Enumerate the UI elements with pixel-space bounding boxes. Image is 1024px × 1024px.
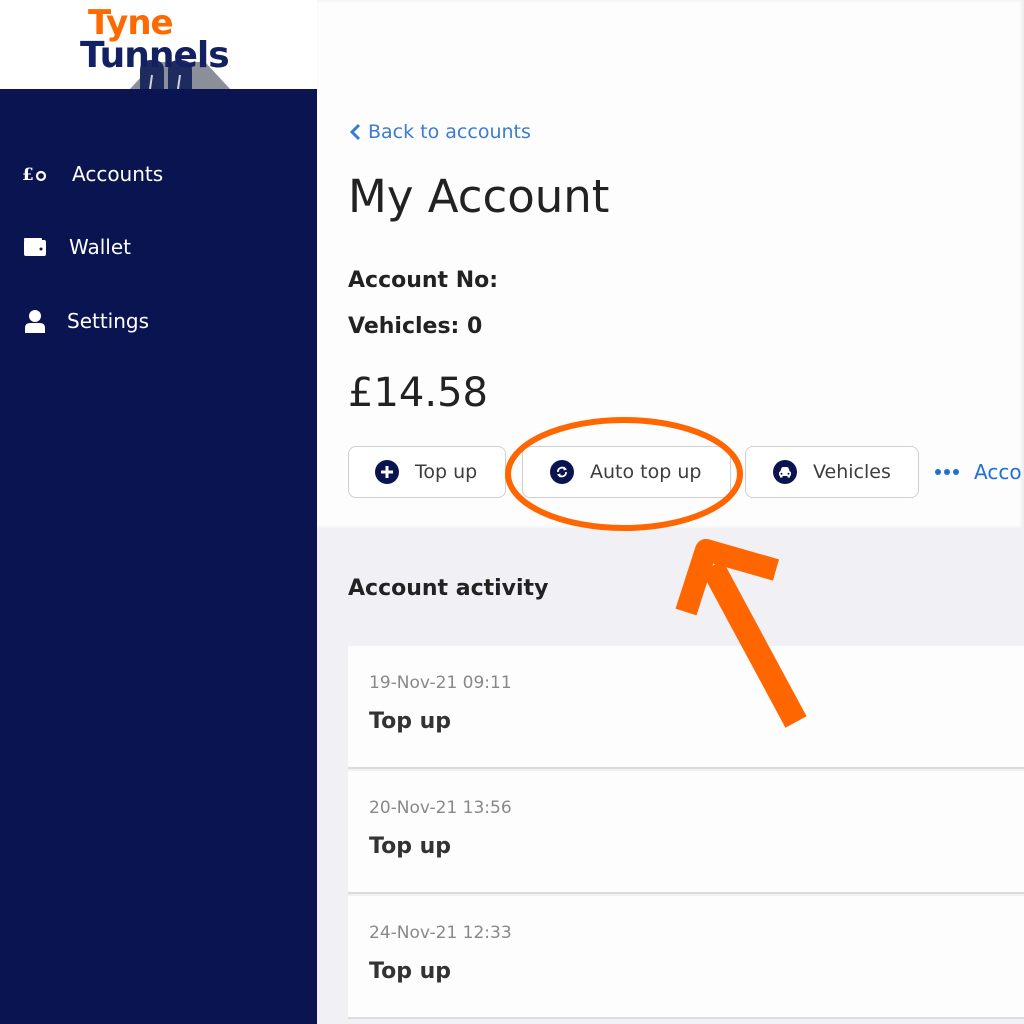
activity-item[interactable]: 24-Nov-21 12:33 Top up [348,896,1024,1019]
ellipsis-icon [935,469,959,475]
activity-date: 20-Nov-21 13:56 [369,798,512,818]
account-more-label: Acco [974,460,1022,484]
plus-circle-icon [375,460,399,484]
wallet-icon [22,235,48,259]
back-link-label: Back to accounts [368,121,531,143]
chevron-left-icon [349,123,361,141]
sidebar-item-label: Accounts [72,162,164,186]
sidebar-item-accounts[interactable]: £ Accounts [0,152,317,196]
activity-date: 19-Nov-21 09:11 [369,673,512,693]
account-activity-title: Account activity [348,576,549,601]
vehicles-count: Vehicles: 0 [348,314,483,339]
vehicles-label: Vehicles [813,461,891,483]
logo-tunnels-text: Tunnels [80,35,230,76]
auto-top-up-label: Auto top up [590,461,702,483]
activity-type: Top up [369,959,452,984]
pound-coin-icon: £ [22,162,48,186]
car-circle-icon [773,460,797,484]
activity-item[interactable]: 19-Nov-21 09:11 Top up [348,646,1024,769]
top-up-button[interactable]: Top up [348,446,506,498]
sidebar-item-label: Wallet [69,235,132,259]
sidebar-item-label: Settings [67,309,150,333]
top-up-label: Top up [415,461,478,483]
sidebar-item-settings[interactable]: Settings [0,299,317,343]
account-number-label: Account No: [348,268,499,293]
svg-text:£: £ [22,165,34,184]
sidebar: Tyne Tunnels £ Accounts Wallet Settings [0,0,317,1024]
sidebar-item-wallet[interactable]: Wallet [0,225,317,269]
activity-type: Top up [369,834,452,859]
page-title: My Account [348,170,610,223]
vehicles-button[interactable]: Vehicles [745,446,919,498]
auto-top-up-button[interactable]: Auto top up [522,446,731,498]
account-more-link[interactable]: Acco [934,460,1022,484]
refresh-circle-icon [550,460,574,484]
activity-item[interactable]: 20-Nov-21 13:56 Top up [348,771,1024,894]
account-number: Account No: [348,268,498,293]
logo[interactable]: Tyne Tunnels [0,0,317,89]
back-to-accounts-link[interactable]: Back to accounts [348,121,531,143]
activity-date: 24-Nov-21 12:33 [369,923,512,943]
user-icon [22,309,48,333]
account-balance: £14.58 [348,370,488,416]
activity-type: Top up [369,709,452,734]
